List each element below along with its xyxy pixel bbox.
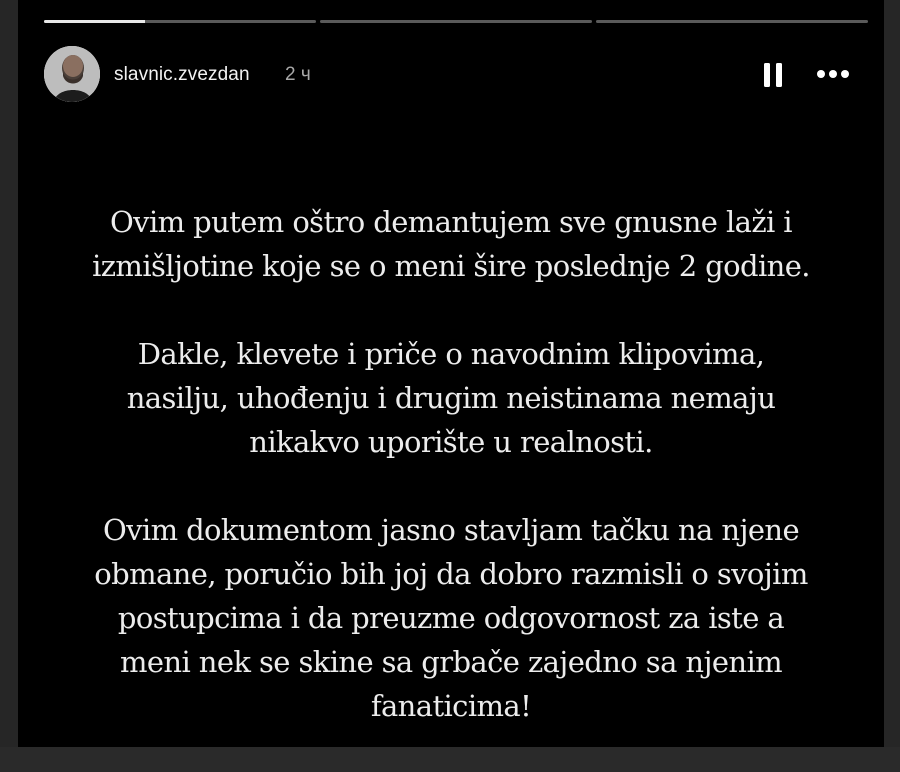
story-paragraph-3: Ovim dokumentom jasno stavljam tačku na … bbox=[94, 513, 808, 723]
progress-segment bbox=[44, 20, 316, 23]
progress-segment bbox=[320, 20, 592, 23]
more-options-icon bbox=[817, 70, 849, 78]
story-timestamp: 2 ч bbox=[285, 64, 311, 85]
viewer-frame: slavnic.zvezdan 2 ч Ovim putem oštro dem… bbox=[0, 0, 900, 747]
story-paragraph-1: Ovim putem oštro demantujem sve gnusne l… bbox=[92, 205, 810, 283]
pause-icon bbox=[764, 63, 782, 87]
progress-segment bbox=[596, 20, 868, 23]
story-text-content: Ovim putem oštro demantujem sve gnusne l… bbox=[18, 200, 884, 772]
story-paragraph-2: Dakle, klevete i priče o navodnim klipov… bbox=[126, 337, 776, 459]
pause-button[interactable] bbox=[762, 62, 784, 88]
profile-avatar[interactable] bbox=[44, 46, 100, 102]
username-link[interactable]: slavnic.zvezdan bbox=[114, 64, 250, 86]
more-options-button[interactable] bbox=[814, 64, 854, 84]
story-header: slavnic.zvezdan 2 ч bbox=[44, 46, 864, 102]
story-progress-bar bbox=[44, 20, 868, 23]
avatar-icon bbox=[44, 46, 100, 102]
progress-fill bbox=[44, 20, 145, 23]
